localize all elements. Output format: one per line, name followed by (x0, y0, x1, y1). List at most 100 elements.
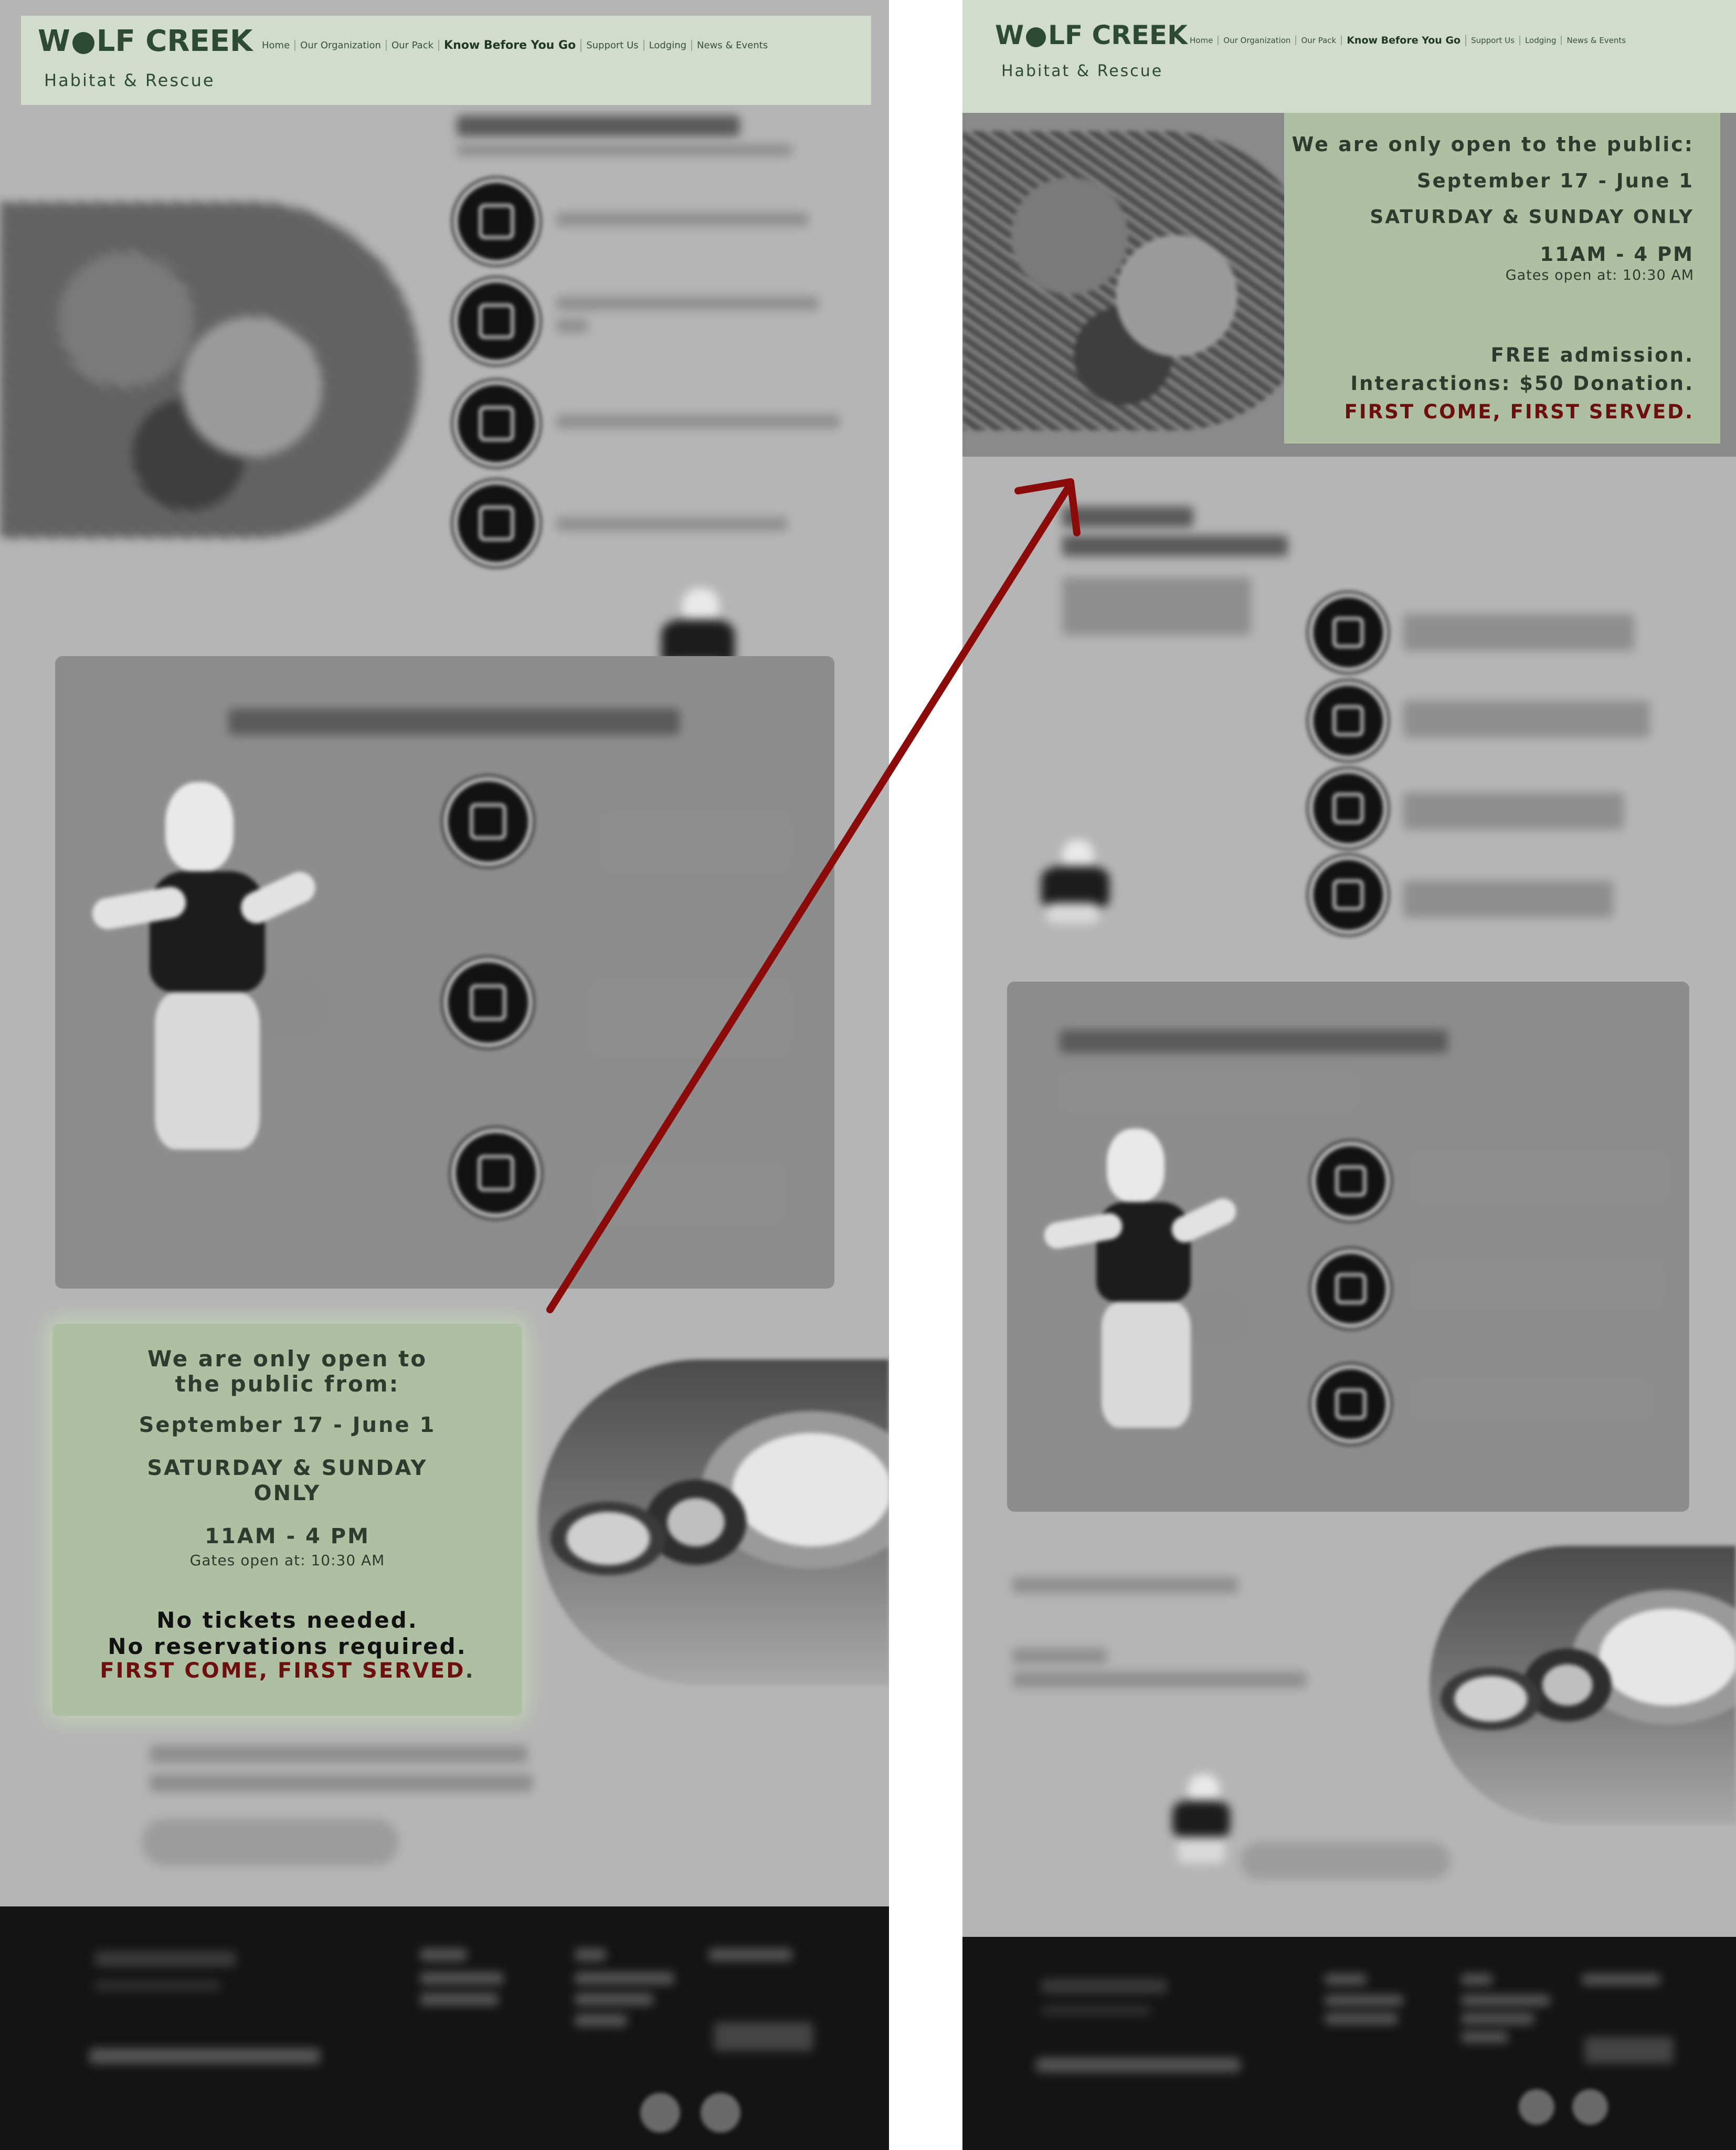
footer-link-blurred[interactable] (575, 2014, 627, 2027)
site-logo[interactable]: W LF CREEK (995, 20, 1188, 50)
waiver-prompt-blurred (1012, 1577, 1238, 1593)
footer-link-blurred[interactable] (1461, 2013, 1534, 2025)
nav-home[interactable]: Home (257, 40, 296, 51)
clothing-text-blurred (601, 814, 790, 871)
no-reservations-note: No reservations required. (108, 1633, 467, 1659)
section-title-blurred (1062, 507, 1193, 528)
disclaimer-form-button[interactable] (142, 1819, 399, 1866)
logo-w: W (995, 20, 1024, 50)
panel-title-blurred (228, 709, 680, 735)
site-header: W LF CREEK Habitat & Rescue Home Our Orga… (21, 16, 871, 105)
logo-text: LF CREEK (96, 24, 253, 58)
child-height-icon (453, 278, 539, 364)
clothing-rules-panel (1007, 982, 1689, 1512)
hours-intro-line1: We are only open to (147, 1346, 428, 1372)
no-tickets-note: No tickets needed. (156, 1607, 418, 1633)
first-come-text: FIRST COME, FIRST SERVED (100, 1659, 465, 1683)
first-come-line: FIRST COME, FIRST SERVED. (52, 1659, 522, 1683)
rule-text-blurred (556, 517, 787, 531)
instagram-icon[interactable] (1572, 2089, 1608, 2125)
nav-support-us[interactable]: Support Us (581, 40, 644, 51)
long-pants-icon (443, 958, 533, 1047)
nav-lodging[interactable]: Lodging (644, 40, 693, 51)
disclaimer-form-button[interactable] (1241, 1842, 1451, 1879)
section-title-blurred (457, 115, 740, 136)
nav-know-before-you-go[interactable]: Know Before You Go (1342, 35, 1467, 46)
open-time: 11AM - 4 PM (1540, 243, 1694, 266)
mascot-tiny-illustration (1157, 1769, 1251, 1874)
nav-our-pack[interactable]: Our Pack (1296, 36, 1342, 45)
wolf-head-logo-icon (72, 31, 94, 54)
waiver-prompt-blurred (1012, 1648, 1107, 1664)
footer-col-heading-blurred (420, 1948, 467, 1961)
rule-text-blurred (1403, 701, 1650, 737)
waiver-prompt-blurred (150, 1774, 533, 1792)
staff-with-wolf-photo (1430, 1546, 1736, 1824)
nav-our-organization[interactable]: Our Organization (1219, 36, 1297, 45)
rule-text-blurred (1403, 614, 1634, 651)
panel-subtitle-blurred (1060, 1073, 1359, 1110)
season-dates: September 17 - June 1 (1416, 170, 1694, 192)
nav-news-events[interactable]: News & Events (1562, 36, 1631, 45)
nav-support-us[interactable]: Support Us (1466, 36, 1520, 45)
footer-link-blurred[interactable] (575, 1972, 674, 1985)
footer-col-heading-blurred (1325, 1974, 1367, 1985)
hours-intro-line2: the public from: (175, 1371, 400, 1397)
site-footer (962, 1937, 1736, 2150)
section-subtitle-blurred (457, 144, 792, 156)
waiver-prompt-blurred (1012, 1672, 1306, 1688)
nav-our-organization[interactable]: Our Organization (295, 40, 387, 51)
person-walking-icon (453, 381, 539, 467)
facebook-icon[interactable] (640, 2093, 680, 2133)
open-hours-box: We are only open to the public: Septembe… (1284, 113, 1720, 444)
rule-text-blurred (556, 319, 588, 333)
open-days: SATURDAY & SUNDAY ONLY (1370, 206, 1694, 228)
person-walking-icon (1309, 769, 1388, 848)
clothing-text-blurred (1411, 1152, 1668, 1202)
nav-our-pack[interactable]: Our Pack (387, 40, 440, 51)
long-sleeve-shirt-icon (443, 777, 533, 866)
long-sleeve-shirt-icon (1311, 1142, 1390, 1220)
wolf-photo (0, 202, 420, 538)
footer-link-blurred[interactable] (420, 1993, 499, 2006)
nav-home[interactable]: Home (1185, 36, 1219, 45)
first-come-text: FIRST COME, FIRST SERVED (1344, 401, 1685, 423)
facebook-icon[interactable] (1519, 2089, 1554, 2125)
diamond-icon (453, 178, 539, 265)
site-header: W LF CREEK Habitat & Rescue Home Our Orga… (962, 0, 1736, 113)
footer-col-heading-blurred (1582, 1974, 1660, 1985)
nav-lodging[interactable]: Lodging (1520, 36, 1562, 45)
footer-link-blurred[interactable] (1325, 2013, 1398, 2025)
footer-copyright-blurred (89, 2048, 320, 2064)
open-days-line1: SATURDAY & SUNDAY (147, 1456, 428, 1480)
mascot-wolf-illustration (1042, 1123, 1264, 1459)
mascot-wolf-illustration (90, 777, 354, 1176)
closed-toe-shoe-icon (451, 1129, 541, 1218)
footer-link-blurred[interactable] (1325, 1995, 1403, 2006)
instagram-icon[interactable] (701, 2093, 740, 2133)
footer-link-blurred[interactable] (420, 1972, 504, 1985)
footer-col-heading-blurred (1461, 1974, 1492, 1985)
footer-link-blurred[interactable] (575, 1993, 653, 2006)
nav-news-events[interactable]: News & Events (692, 40, 772, 51)
diamond-icon (1309, 593, 1388, 672)
rule-text-blurred (556, 415, 840, 428)
footer-link-blurred[interactable] (1461, 1995, 1550, 2006)
footer-link-blurred[interactable] (1461, 2031, 1508, 2043)
mascot-small-illustration (1031, 835, 1125, 929)
interaction-donation: Interactions: $50 Donation. (1350, 372, 1694, 395)
clothing-text-blurred (1411, 1260, 1663, 1310)
left-page-version: W LF CREEK Habitat & Rescue Home Our Orga… (0, 0, 889, 2150)
open-days-line2: ONLY (253, 1481, 321, 1505)
clothing-text-blurred (1411, 1380, 1653, 1417)
section-title-blurred (1062, 535, 1288, 556)
rule-text-blurred (556, 213, 808, 226)
site-logo[interactable]: W LF CREEK (38, 24, 252, 58)
gates-open-time: Gates open at: 10:30 AM (189, 1552, 385, 1569)
season-dates: September 17 - June 1 (139, 1413, 436, 1437)
nav-know-before-you-go[interactable]: Know Before You Go (439, 39, 582, 52)
panel-title-blurred (1060, 1030, 1448, 1053)
footer-logo-blurred (94, 1951, 236, 1967)
footer-copyright-blurred (1036, 2058, 1241, 2072)
main-nav: Home Our Organization Our Pack Know Befo… (257, 39, 772, 52)
